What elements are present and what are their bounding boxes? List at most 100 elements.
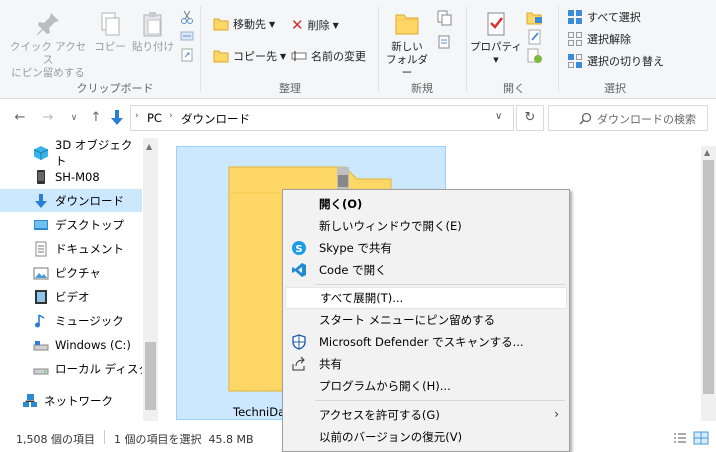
paste-label: 貼り付け	[132, 41, 174, 53]
menu-item-label: アクセスを許可する(G)	[319, 408, 440, 422]
scroll-up-icon[interactable]: ▲	[146, 142, 152, 151]
breadcrumb-pc[interactable]: PC	[147, 111, 162, 125]
pin-icon	[37, 13, 59, 35]
cut-icon[interactable]	[180, 10, 194, 24]
menu-item-pin-start[interactable]: スタート メニューにピン留めする	[285, 309, 567, 331]
svg-text:S: S	[295, 244, 302, 255]
nav-item-pictures[interactable]: ピクチャ	[0, 261, 142, 284]
nav-item-desktop[interactable]: デスクトップ	[0, 213, 142, 236]
rename-button[interactable]: 名前の変更	[291, 48, 366, 64]
downloads-location-icon	[111, 110, 123, 125]
menu-item-label: すべて展開(T)...	[320, 291, 404, 305]
breadcrumb-chevron-icon: ›	[135, 111, 139, 121]
menu-item-open[interactable]: 開く(O)	[285, 193, 567, 215]
clipboard-group-label: クリップボード	[76, 82, 154, 95]
pin-quick-access-button[interactable]: クイック アクセス にピン留めする	[8, 10, 88, 80]
large-icons-view-icon[interactable]	[693, 431, 709, 445]
nav-scroll-thumb[interactable]	[145, 342, 156, 410]
paste-button[interactable]: 貼り付け	[130, 10, 176, 54]
recent-chevron-icon[interactable]: ∨	[66, 110, 82, 126]
copy-path-icon[interactable]	[180, 29, 194, 43]
scroll-up-icon[interactable]: ▲	[704, 148, 710, 157]
breadcrumb-downloads[interactable]: ダウンロード	[181, 111, 250, 127]
menu-item-share[interactable]: 共有	[285, 353, 567, 375]
move-to-button[interactable]: 移動先 ▼	[213, 16, 275, 32]
invert-selection-button[interactable]: 選択の切り替え	[567, 53, 664, 69]
menu-item-label: 共有	[319, 357, 342, 371]
menu-item-open-with[interactable]: プログラムから開く(H)...	[285, 375, 567, 397]
new-folder-button[interactable]: 新しい フォルダー	[382, 10, 432, 80]
copy-button[interactable]: コピー	[92, 10, 128, 54]
nav-item-label: ピクチャ	[55, 265, 101, 280]
nav-item-music[interactable]: ミュージック	[0, 309, 142, 332]
paste-shortcut-icon[interactable]	[180, 48, 194, 62]
select-group-label: 選択	[604, 82, 626, 95]
menu-item-label: 開く(O)	[319, 197, 363, 211]
file-name-label: TechniDa	[233, 405, 286, 419]
drive-icon	[33, 340, 49, 350]
open-folder-icon[interactable]	[526, 10, 544, 26]
new-folder-icon	[395, 14, 419, 35]
nav-item-label: ネットワーク	[44, 393, 113, 408]
nav-item-label: ビデオ	[55, 289, 90, 304]
nav-item-label: ダウンロード	[55, 193, 124, 208]
nav-item-network[interactable]: ネットワーク	[0, 389, 142, 412]
address-bar[interactable]: › PC › ダウンロード ∨	[111, 105, 514, 131]
up-arrow-icon[interactable]: ↑	[88, 110, 104, 126]
menu-separator	[315, 284, 565, 285]
edit-icon[interactable]	[526, 29, 544, 45]
menu-item-share-skype[interactable]: S Skype で共有	[285, 237, 567, 259]
menu-item-give-access[interactable]: アクセスを許可する(G) ›	[285, 404, 567, 426]
nav-item-local-disk-e[interactable]: ローカル ディスク (E	[0, 357, 142, 380]
delete-button[interactable]: ✕ 削除 ▼	[291, 16, 339, 34]
submenu-chevron-icon: ›	[554, 407, 559, 421]
forward-arrow-icon[interactable]: →	[40, 110, 56, 126]
move-to-label: 移動先	[233, 18, 266, 31]
menu-item-extract-all[interactable]: すべて展開(T)...	[285, 287, 567, 309]
menu-item-restore-versions[interactable]: 以前のバージョンの復元(V)	[285, 426, 567, 448]
properties-button[interactable]: プロパティ ▼	[470, 10, 522, 67]
refresh-icon[interactable]: ↻	[516, 105, 544, 131]
file-scroll-thumb[interactable]	[703, 160, 714, 394]
history-icon[interactable]	[526, 48, 544, 64]
back-arrow-icon[interactable]: ←	[12, 110, 28, 126]
defender-icon	[292, 334, 306, 350]
nav-item-sh-m08[interactable]: SH-M08	[0, 165, 142, 188]
nav-item-3d-objects[interactable]: 3D オブジェクト	[0, 138, 142, 168]
search-placeholder: ダウンロードの検索	[597, 113, 696, 126]
new-item-small-buttons	[436, 10, 456, 50]
select-none-button[interactable]: 選択解除	[567, 31, 631, 47]
nav-scrollbar[interactable]: ▲	[143, 138, 158, 421]
menu-item-open-new-window[interactable]: 新しいウィンドウで開く(E)	[285, 215, 567, 237]
nav-item-label: ミュージック	[55, 313, 124, 328]
document-icon	[35, 241, 47, 256]
chevron-down-icon: ▼	[493, 56, 499, 64]
search-box[interactable]: ダウンロードの検索	[548, 105, 708, 131]
select-all-button[interactable]: すべて選択	[567, 9, 641, 25]
menu-item-open-code[interactable]: Code で開く	[285, 259, 567, 281]
search-icon	[579, 112, 592, 125]
details-view-icon[interactable]	[673, 432, 687, 444]
copy-to-button[interactable]: コピー先 ▼	[213, 48, 286, 64]
ribbon: クイック アクセス にピン留めする コピー 貼り付け クリップボード 移動先 ▼…	[0, 0, 716, 99]
menu-item-label: プログラムから開く(H)...	[319, 379, 451, 393]
menu-item-defender-scan[interactable]: Microsoft Defender でスキャンする...	[285, 331, 567, 353]
paste-icon	[143, 12, 162, 37]
pin-quick-access-label: クイック アクセス にピン留めする	[9, 41, 87, 79]
menu-item-label: Skype で共有	[319, 241, 392, 255]
rename-icon	[291, 51, 307, 61]
properties-icon	[487, 12, 505, 36]
vscode-icon	[292, 263, 306, 277]
nav-item-windows-c[interactable]: Windows (C:)	[0, 333, 142, 356]
copy-icon	[101, 12, 120, 36]
nav-item-videos[interactable]: ビデオ	[0, 285, 142, 308]
address-dropdown-icon[interactable]: ∨	[495, 111, 502, 122]
nav-item-downloads[interactable]: ダウンロード	[0, 189, 142, 212]
nav-item-documents[interactable]: ドキュメント	[0, 237, 142, 260]
copy-label: コピー	[94, 41, 126, 53]
file-scrollbar[interactable]: ▲	[701, 146, 716, 421]
desktop-icon	[34, 219, 48, 230]
new-item-icon[interactable]	[436, 10, 454, 26]
easy-access-icon[interactable]	[436, 34, 454, 50]
skype-icon: S	[292, 241, 306, 255]
